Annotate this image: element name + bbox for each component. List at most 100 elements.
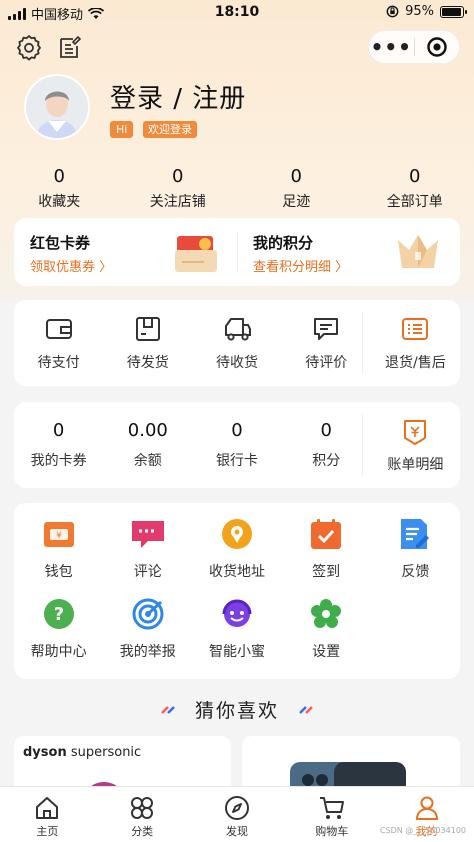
location-icon	[221, 519, 252, 549]
stat-all-orders[interactable]: 0 全部订单	[356, 166, 474, 211]
compass-icon	[224, 796, 249, 820]
assets-card: 0 我的卡券 0.00 余额 0 银行卡 0 积分 账单明细	[14, 402, 460, 488]
assistant-icon	[222, 599, 252, 627]
tab-discover[interactable]: 发现	[190, 787, 285, 842]
red-envelope-icon	[175, 236, 217, 272]
service-label: 收货地址	[208, 564, 265, 580]
stat-footprints[interactable]: 0 足迹	[237, 166, 356, 211]
target-icon	[427, 37, 447, 57]
close-button[interactable]	[415, 36, 460, 58]
wallet-icon: ¥	[43, 522, 74, 547]
coupon-title: 红包卡券	[30, 234, 91, 252]
watermark: CSDN @___56034100	[379, 826, 466, 835]
stat-favorites[interactable]: 0 收藏夹	[0, 166, 119, 211]
tab-label: 发现	[225, 825, 248, 838]
wallet-icon	[45, 319, 72, 339]
service-comments[interactable]: 评论	[103, 517, 192, 597]
coupon-subtitle: 领取优惠券 〉	[30, 260, 113, 275]
order-pending-shipment[interactable]: 待发货	[103, 300, 192, 386]
asset-value: 0.00	[127, 420, 168, 441]
stat-value: 0	[290, 166, 302, 187]
service-label: 评论	[133, 564, 162, 580]
asset-value: 0	[52, 420, 65, 441]
service-my-reports[interactable]: 我的举报	[103, 597, 192, 677]
chat-icon	[314, 318, 339, 340]
asset-bank-cards[interactable]: 0 银行卡	[192, 402, 281, 488]
service-label: 设置	[312, 644, 341, 660]
orientation-lock-icon	[386, 5, 399, 18]
orders-card: 待支付 待发货 待收货 待评价 退货/售后	[14, 300, 460, 386]
user-stats: 0 收藏夹 0 关注店铺 0 足迹 0 全部订单	[0, 166, 474, 211]
order-label: 退货/售后	[385, 355, 446, 371]
stat-label: 收藏夹	[38, 194, 81, 210]
order-pending-review[interactable]: 待评价	[282, 300, 371, 386]
cart-icon	[319, 797, 344, 819]
tab-home[interactable]: 主页	[0, 787, 95, 842]
service-label: 帮助中心	[30, 644, 87, 660]
points-entry[interactable]: 我的积分 查看积分明细 〉	[237, 218, 460, 286]
user-icon	[415, 796, 438, 820]
order-pending-receipt[interactable]: 待收货	[192, 300, 281, 386]
stat-label: 关注店铺	[149, 194, 206, 210]
brand-name: dyson	[23, 745, 67, 760]
feedback-icon	[401, 519, 430, 549]
asset-label: 积分	[312, 453, 341, 469]
product-brand: dyson supersonic	[23, 745, 141, 760]
stat-value: 0	[172, 166, 184, 187]
status-bar: 中国移动 18:10 95%	[0, 0, 474, 24]
comment-icon	[131, 521, 164, 548]
tab-label: 分类	[131, 825, 154, 838]
order-label: 待支付	[37, 355, 80, 371]
service-help-center[interactable]: ? 帮助中心	[14, 597, 103, 677]
order-pending-payment[interactable]: 待支付	[14, 300, 103, 386]
asset-balance[interactable]: 0.00 余额	[103, 402, 192, 488]
service-label: 签到	[312, 564, 341, 580]
asset-points[interactable]: 0 积分	[282, 402, 371, 488]
hi-badge: Hi	[110, 121, 134, 138]
stat-followed-shops[interactable]: 0 关注店铺	[119, 166, 238, 211]
asset-value: 0	[231, 420, 243, 441]
tab-category[interactable]: 分类	[95, 787, 190, 842]
svg-text:¥: ¥	[56, 531, 62, 541]
services-card: ¥ 钱包 评论 收货地址 签到 反馈 ? 帮助中心 我的举报 智能小蜜 设置	[14, 503, 460, 679]
order-label: 待发货	[126, 355, 169, 371]
service-checkin[interactable]: 签到	[282, 517, 371, 597]
asset-label: 银行卡	[216, 453, 258, 469]
guess-you-like-header: 猜你喜欢	[0, 696, 474, 723]
service-settings[interactable]: 设置	[282, 597, 371, 677]
default-avatar-icon	[26, 76, 88, 138]
tab-cart[interactable]: 购物车	[284, 787, 379, 842]
service-address[interactable]: 收货地址	[192, 517, 281, 597]
asset-value: 0	[320, 420, 332, 441]
service-feedback[interactable]: 反馈	[371, 517, 460, 597]
more-button[interactable]: •••	[369, 37, 414, 57]
assets-divider	[362, 414, 363, 476]
service-label: 钱包	[44, 564, 73, 580]
crown-icon	[398, 235, 438, 268]
stat-value: 0	[53, 166, 65, 187]
welcome-badge: 欢迎登录	[143, 121, 197, 138]
note-icon[interactable]	[56, 33, 84, 61]
service-label: 智能小蜜	[208, 644, 265, 660]
service-smart-assistant[interactable]: 智能小蜜	[192, 597, 281, 677]
settings-icon	[311, 599, 342, 628]
asset-coupons[interactable]: 0 我的卡券	[14, 402, 103, 488]
avatar[interactable]	[24, 74, 90, 140]
login-register-link[interactable]: 登录 / 注册	[110, 78, 246, 115]
decor-stripe-right	[299, 705, 313, 714]
svg-text:?: ?	[53, 604, 63, 625]
gear-icon[interactable]	[15, 33, 43, 61]
guess-title: 猜你喜欢	[194, 700, 279, 722]
stat-value: 0	[409, 166, 421, 187]
stat-label: 足迹	[282, 194, 311, 210]
asset-bill-details[interactable]: 账单明细	[371, 402, 460, 488]
promo-card: 红包卡券 领取优惠券 〉 我的积分 查看积分明细 〉	[14, 218, 460, 286]
order-returns[interactable]: 退货/售后	[371, 300, 460, 386]
tab-label: 购物车	[315, 825, 349, 838]
coupon-entry[interactable]: 红包卡券 领取优惠券 〉	[14, 218, 237, 286]
order-label: 待评价	[305, 355, 348, 371]
category-icon	[131, 797, 154, 819]
brand-model: supersonic	[70, 745, 142, 760]
asset-label: 余额	[133, 453, 162, 469]
service-wallet[interactable]: ¥ 钱包	[14, 517, 103, 597]
